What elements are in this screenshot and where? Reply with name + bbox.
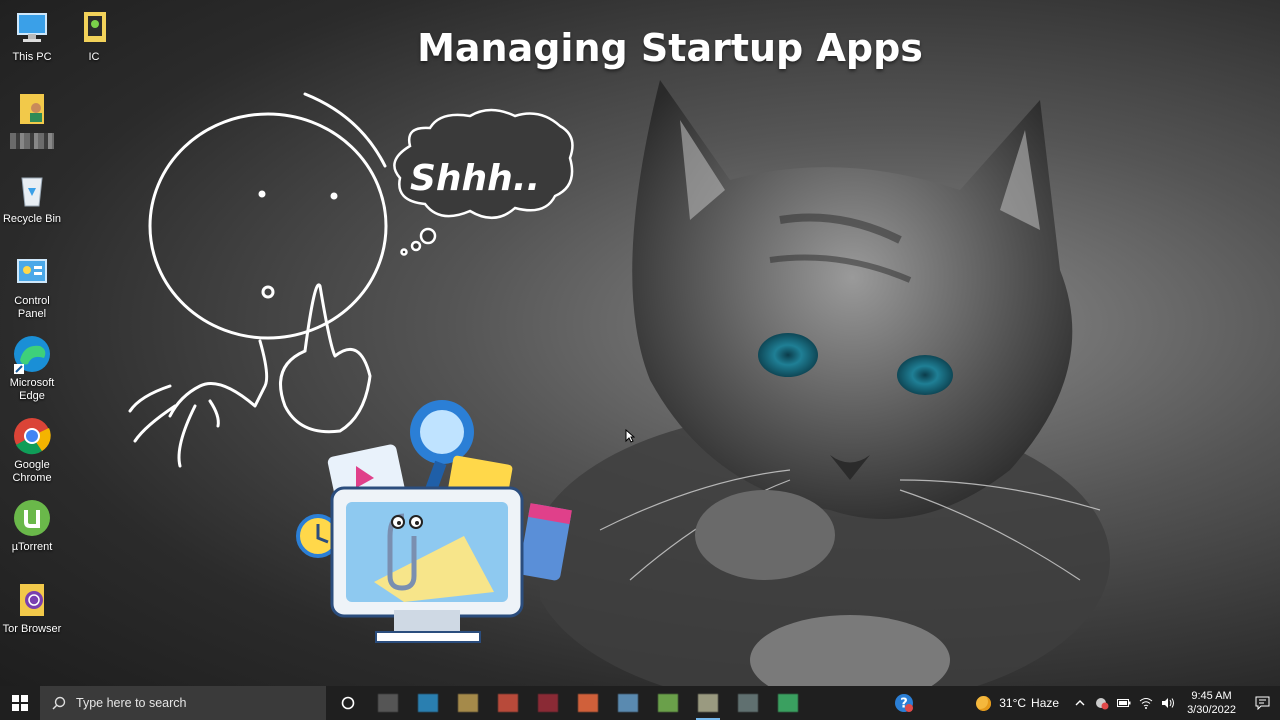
- taskbar-app-button[interactable]: [688, 686, 728, 720]
- chevron-up-icon: [1075, 700, 1085, 706]
- weather-widget[interactable]: 31°C Haze: [976, 695, 1060, 711]
- taskbar-app-button[interactable]: [568, 686, 608, 720]
- taskbar-app-button[interactable]: [768, 686, 808, 720]
- startup-apps-illustration: [296, 400, 572, 643]
- blurred-label: [10, 133, 54, 149]
- taskbar-app-button[interactable]: [528, 686, 568, 720]
- desktop-icon-label: Recycle Bin: [2, 213, 62, 225]
- desktop-icon-utorrent[interactable]: µTorrent: [0, 498, 64, 554]
- cortana-button[interactable]: [328, 686, 368, 720]
- app-icon: [618, 694, 638, 712]
- desktop-icon-tor-browser[interactable]: Tor Browser: [0, 580, 64, 636]
- taskbar-app-button[interactable]: [488, 686, 528, 720]
- show-hidden-icons-button[interactable]: [1071, 686, 1089, 720]
- control-panel-icon: [12, 252, 52, 292]
- search-icon: [52, 696, 66, 710]
- app-icon: [378, 694, 398, 712]
- desktop-icon-ic[interactable]: IC: [62, 8, 126, 64]
- clock-time: 9:45 AM: [1191, 690, 1232, 702]
- app-icon: [418, 694, 438, 712]
- desktop-icon-label: Google Chrome: [12, 459, 52, 484]
- weather-temp: 31°C: [999, 696, 1027, 710]
- desktop-icon-this-pc[interactable]: This PC: [0, 8, 64, 64]
- desktop-icon-label: IC: [88, 51, 100, 63]
- desktop-icon-label: Microsoft Edge: [9, 377, 55, 402]
- start-button[interactable]: [0, 686, 40, 720]
- video-title: Managing Startup Apps: [417, 26, 923, 70]
- taskbar: Type here to search ? 31°C Haze 9:45 AM: [0, 686, 1280, 720]
- clock-date: 3/30/2022: [1187, 704, 1236, 716]
- recycle-bin-icon: [12, 170, 52, 210]
- app-icon: [498, 694, 518, 712]
- battery-tray-icon[interactable]: [1115, 686, 1133, 720]
- action-center-button[interactable]: [1244, 686, 1280, 720]
- tor-browser-icon: [12, 580, 52, 620]
- desktop-icon-recycle-bin[interactable]: Recycle Bin: [0, 170, 64, 226]
- app-icon: [738, 694, 758, 712]
- shield-alert-icon: [1096, 698, 1109, 710]
- pinned-apps: [368, 686, 808, 720]
- desktop-icon-control-panel[interactable]: Control Panel: [0, 252, 64, 321]
- notification-icon: [1255, 696, 1269, 710]
- taskbar-search-box[interactable]: Type here to search: [40, 686, 326, 720]
- app-icon: [778, 694, 798, 712]
- system-tray: 31°C Haze 9:45 AM 3/30/2022: [976, 686, 1280, 720]
- taskbar-app-button[interactable]: [648, 686, 688, 720]
- wifi-tray-icon[interactable]: [1137, 686, 1155, 720]
- security-tray-icon[interactable]: [1093, 686, 1111, 720]
- desktop-icon-label: This PC: [12, 51, 52, 63]
- wifi-icon: [1139, 698, 1153, 709]
- help-icon: ?: [895, 694, 913, 712]
- help-button[interactable]: ?: [884, 686, 924, 720]
- weather-sun-icon: [976, 695, 992, 711]
- desktop-icon-edge[interactable]: Microsoft Edge: [0, 334, 64, 403]
- app-icon: [658, 694, 678, 712]
- app-icon: [538, 694, 558, 712]
- mouse-cursor-icon: [625, 429, 635, 443]
- desktop: Managing Startup Apps Shhh.. This PC IC …: [0, 0, 1280, 686]
- this-pc-icon: [12, 8, 52, 48]
- chrome-icon: [12, 416, 52, 456]
- taskbar-app-button[interactable]: [608, 686, 648, 720]
- thought-bubble-text: Shhh..: [410, 158, 541, 199]
- app-icon: [698, 694, 718, 712]
- desktop-icon-label: Tor Browser: [2, 623, 62, 635]
- taskbar-app-button[interactable]: [368, 686, 408, 720]
- taskbar-app-button[interactable]: [728, 686, 768, 720]
- desktop-icon-chrome[interactable]: Google Chrome: [0, 416, 64, 485]
- taskbar-app-button[interactable]: [408, 686, 448, 720]
- app-icon: [578, 694, 598, 712]
- desktop-icon-label: µTorrent: [11, 541, 53, 553]
- weather-condition: Haze: [1031, 696, 1060, 710]
- app-icon: [458, 694, 478, 712]
- cortana-circle-icon: [341, 696, 355, 710]
- edge-icon: [12, 334, 52, 374]
- desktop-icon-label: Control Panel: [14, 295, 50, 320]
- utorrent-icon: [12, 498, 52, 538]
- desktop-icon-user-folder[interactable]: [0, 90, 64, 149]
- search-placeholder: Type here to search: [76, 696, 187, 710]
- volume-tray-icon[interactable]: [1159, 686, 1177, 720]
- folder-icon: [74, 8, 114, 48]
- taskbar-app-button[interactable]: [448, 686, 488, 720]
- cat-wallpaper: [540, 80, 1110, 686]
- speaker-icon: [1162, 698, 1175, 708]
- user-folder-icon: [12, 90, 52, 130]
- taskbar-clock[interactable]: 9:45 AM 3/30/2022: [1187, 689, 1236, 717]
- windows-logo-icon: [12, 695, 28, 711]
- battery-icon: [1117, 699, 1131, 707]
